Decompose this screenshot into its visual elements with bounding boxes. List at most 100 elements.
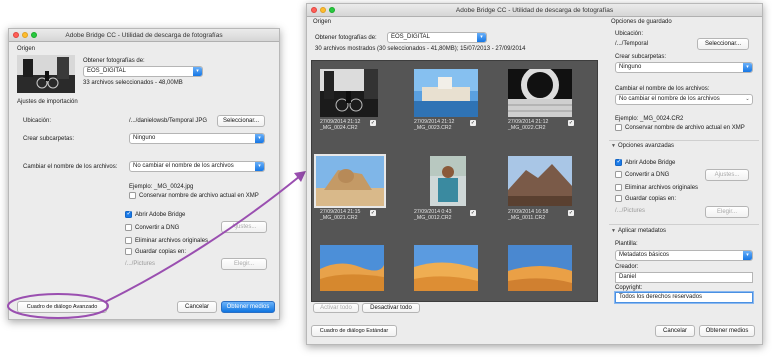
thumbnail-image[interactable] (430, 156, 466, 206)
uncheck-all-button[interactable]: Desactivar todo (362, 303, 420, 313)
advanced-options-label: Opciones avanzadas (617, 143, 674, 149)
dng-settings-button[interactable]: Ajustes... (705, 169, 749, 181)
subfolders-select[interactable]: Ninguno ▾ (129, 133, 265, 144)
source-label: Obtener fotografías de: (83, 58, 145, 64)
check-all-button[interactable]: Activar todo (313, 303, 359, 313)
thumb-checkbox[interactable]: ✓ (568, 120, 574, 126)
thumbnail-image[interactable] (314, 154, 386, 208)
convert-dng-checkbox[interactable]: Convertir a DNG (615, 171, 669, 178)
copyright-label: Copyright: (615, 285, 643, 291)
copyright-field[interactable]: Todos los derechos reservados (615, 292, 753, 303)
template-value: Metadatos básicos (619, 252, 670, 258)
creator-field[interactable]: Daniel (615, 272, 753, 283)
save-copies-checkbox[interactable]: Guardar copias en: (615, 195, 676, 202)
thumbnail-image[interactable] (320, 69, 378, 117)
thumbnail-image[interactable] (508, 156, 572, 206)
chevron-down-icon: ▾ (743, 63, 752, 72)
rename-label: Cambiar el nombre de los archivos: (615, 86, 710, 92)
get-media-button[interactable]: Obtener medios (699, 325, 755, 337)
open-bridge-label: Abrir Adobe Bridge (135, 211, 186, 218)
delete-originals-checkbox[interactable]: Eliminar archivos originales (125, 237, 208, 244)
selected-info: 33 archivos seleccionados - 48,00MB (83, 80, 183, 86)
delete-originals-label: Eliminar archivos originales (135, 237, 209, 244)
advanced-options-heading[interactable]: ▼ Opciones avanzadas (611, 143, 674, 149)
save-copies-checkbox[interactable]: Guardar copias en: (125, 248, 186, 255)
rename-value: No cambiar el nombre de los archivos (133, 163, 234, 169)
checkbox-box (615, 124, 622, 131)
apply-metadata-heading[interactable]: ▼ Aplicar metadatos (611, 228, 666, 234)
cancel-button[interactable]: Cancelar (655, 325, 695, 337)
chevron-down-icon: ▾ (743, 251, 752, 260)
thumb-checkbox[interactable]: ✓ (470, 120, 476, 126)
thumbnail-image[interactable] (414, 245, 478, 291)
open-bridge-checkbox[interactable]: Abrir Adobe Bridge (615, 158, 676, 166)
shown-files-info: 30 archivos mostrados (30 seleccionados … (315, 46, 526, 52)
checkbox-box (125, 224, 132, 231)
open-bridge-checkbox[interactable]: Abrir Adobe Bridge (125, 210, 186, 218)
checkbox-box (125, 237, 132, 244)
location-label: Ubicación: (615, 31, 644, 37)
chevron-down-icon: ▾ (255, 134, 264, 143)
rename-value: No cambiar el nombre de los archivos (619, 96, 720, 102)
source-select[interactable]: EOS_DIGITAL ▾ (83, 66, 203, 77)
thumb-checkbox[interactable]: ✓ (568, 210, 574, 216)
rename-example: Ejemplo: _MG_0024.jpg (129, 184, 194, 190)
convert-dng-label: Convertir a DNG (625, 171, 670, 178)
origin-heading: Origen (17, 46, 36, 52)
choose-location-button[interactable]: Seleccionar... (217, 115, 265, 127)
cancel-button[interactable]: Cancelar (177, 301, 217, 313)
convert-dng-checkbox[interactable]: Convertir a DNG (125, 224, 179, 231)
thumb-checkbox[interactable]: ✓ (470, 210, 476, 216)
thumb-file: _MG_0011.CR2 (508, 215, 546, 221)
keep-name-label: Conservar nombre de archivo actual en XM… (625, 124, 745, 131)
choose-copies-button[interactable]: Elegir... (705, 206, 749, 218)
delete-originals-label: Eliminar archivos originales (625, 184, 699, 191)
save-options-heading: Opciones de guardado (611, 19, 672, 25)
location-label: Ubicación: (23, 118, 52, 124)
thumbnail-image[interactable] (320, 245, 384, 291)
thumbnail-image[interactable] (414, 69, 478, 117)
template-select[interactable]: Metadatos básicos ▾ (615, 250, 753, 261)
rename-select[interactable]: No cambiar el nombre de los archivos ▾ (129, 161, 265, 172)
source-select[interactable]: EOS_DIGITAL ▾ (387, 32, 487, 43)
source-select-value: EOS_DIGITAL (391, 34, 430, 40)
thumbnail-image[interactable] (508, 245, 572, 291)
subfolders-label: Crear subcarpetas: (23, 136, 75, 142)
keep-name-checkbox[interactable]: Conservar nombre de archivo actual en XM… (615, 124, 745, 131)
location-path: /.../Temporal (615, 41, 649, 47)
get-media-button[interactable]: Obtener medios (221, 301, 275, 313)
disclosure-triangle-icon: ▼ (611, 228, 616, 234)
source-camera-thumbnail (17, 55, 75, 93)
thumb-checkbox[interactable]: ✓ (370, 120, 376, 126)
thumb-file: _MG_0024.CR2 (320, 125, 358, 131)
save-copies-label: Guardar copias en: (135, 248, 187, 255)
choose-location-button[interactable]: Seleccionar... (697, 38, 749, 50)
title-bar: Adobe Bridge CC - Utilidad de descarga d… (307, 4, 762, 17)
checkbox-box (125, 248, 132, 255)
delete-originals-checkbox[interactable]: Eliminar archivos originales (615, 184, 698, 191)
rename-select[interactable]: No cambiar el nombre de los archivos ⌄ (615, 94, 753, 105)
keep-name-checkbox[interactable]: Conservar nombre de archivo actual en XM… (129, 192, 259, 199)
thumbnail-image[interactable] (508, 69, 572, 117)
thumb-file: _MG_0022.CR2 (508, 125, 546, 131)
checkbox-box (125, 210, 132, 218)
advanced-dialog-button[interactable]: Cuadro de diálogo Avanzado (17, 301, 107, 313)
rename-label: Cambiar el nombre de los archivos: (23, 164, 118, 170)
import-settings-heading: Ajustes de importación (17, 99, 78, 105)
template-label: Plantilla: (615, 241, 638, 247)
save-copies-label: Guardar copias en: (625, 195, 677, 202)
subfolders-select[interactable]: Ninguno ▾ (615, 62, 753, 73)
apply-metadata-label: Aplicar metadatos (617, 228, 666, 234)
chevron-down-icon: ⌄ (745, 96, 750, 102)
dng-settings-button[interactable]: Ajustes... (221, 221, 267, 233)
open-bridge-label: Abrir Adobe Bridge (625, 159, 676, 166)
thumb-file: _MG_0021.CR2 (320, 215, 358, 221)
choose-copies-button[interactable]: Elegir... (221, 258, 267, 270)
subfolders-value: Ninguno (619, 64, 642, 70)
thumb-checkbox[interactable]: ✓ (370, 210, 376, 216)
standard-dialog-button[interactable]: Cuadro de diálogo Estándar (311, 325, 397, 337)
checkbox-box (615, 195, 622, 202)
checkbox-box (615, 184, 622, 191)
thumbnail-grid: 27/09/2014 21:12 _MG_0024.CR2 ✓ 27/09/20… (311, 60, 598, 302)
rename-example: Ejemplo: _MG_0024.CR2 (615, 116, 684, 122)
